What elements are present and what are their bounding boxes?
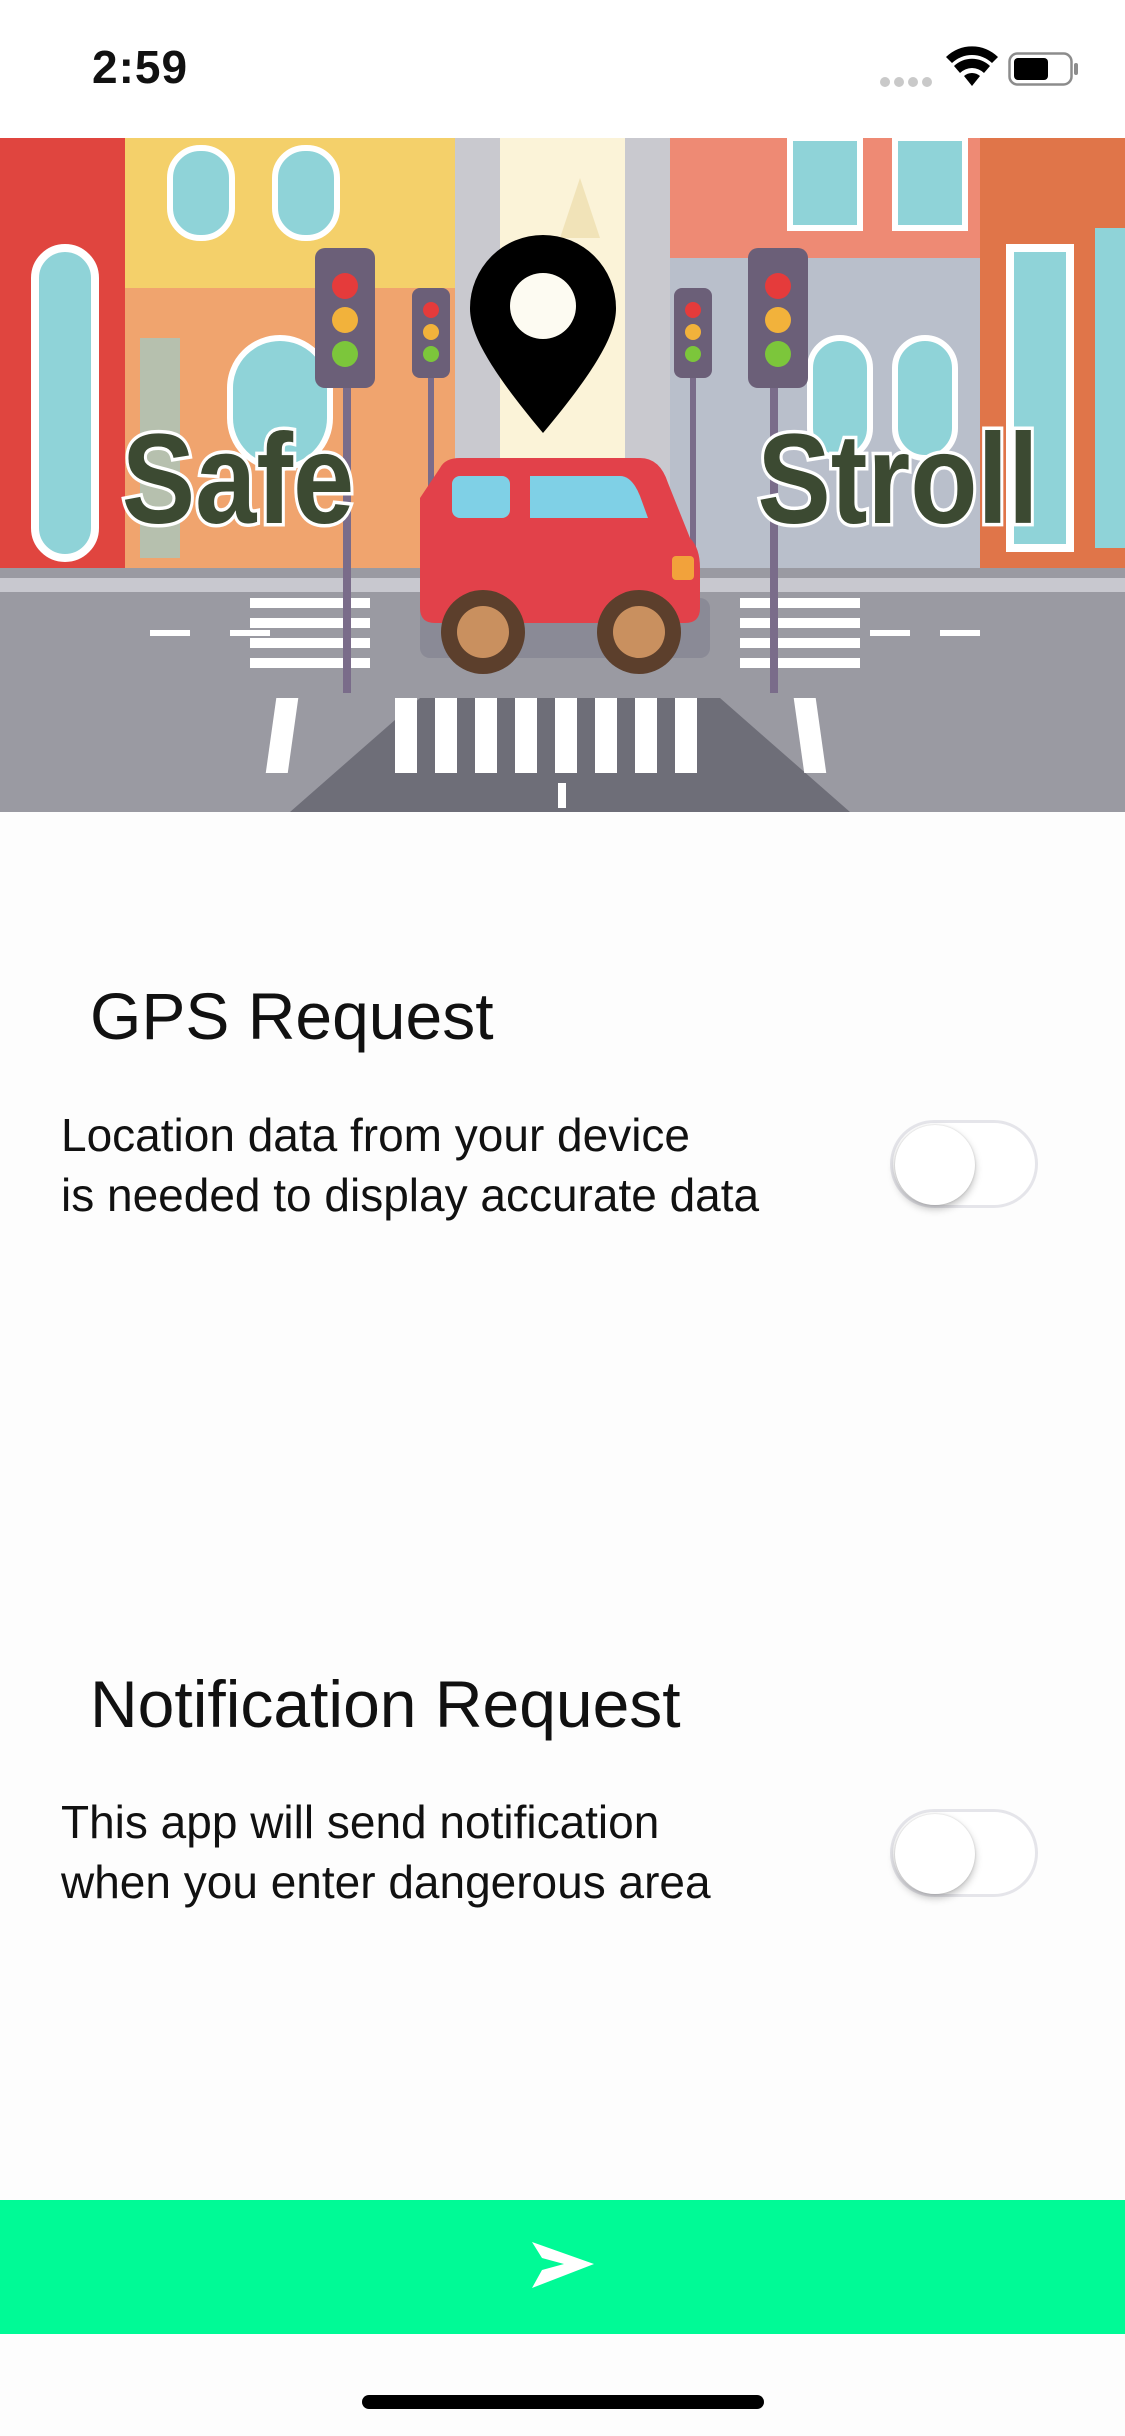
status-bar: 2:59	[0, 0, 1125, 138]
logo-text-safe: Safe	[122, 408, 354, 551]
gps-toggle[interactable]	[890, 1120, 1038, 1208]
cellular-signal-icon	[880, 74, 938, 87]
street-illustration: Safe Stroll	[0, 138, 1125, 812]
gps-description: Location data from your device is needed…	[61, 1105, 759, 1225]
hero-banner: Safe Stroll	[0, 138, 1125, 812]
notification-section-title: Notification Request	[90, 1667, 681, 1741]
wifi-icon	[946, 46, 998, 86]
gps-description-line-2: is needed to display accurate data	[61, 1169, 760, 1221]
status-time: 2:59	[92, 41, 189, 93]
gps-section-title: GPS Request	[90, 979, 494, 1053]
notification-description: This app will send notification when you…	[61, 1792, 711, 1912]
notification-toggle-knob	[895, 1814, 975, 1894]
battery-icon	[1008, 52, 1078, 86]
car-illustration	[420, 458, 710, 674]
logo-text-stroll: Stroll	[757, 408, 1038, 551]
gps-toggle-knob	[895, 1125, 975, 1205]
gps-description-line-1: Location data from your device	[61, 1109, 691, 1161]
notification-toggle[interactable]	[890, 1809, 1038, 1897]
notification-description-line-2: when you enter dangerous area	[61, 1856, 711, 1908]
home-indicator	[362, 2395, 764, 2409]
arrow-right-icon[interactable]	[528, 2200, 598, 2334]
notification-description-line-1: This app will send notification	[61, 1796, 660, 1848]
